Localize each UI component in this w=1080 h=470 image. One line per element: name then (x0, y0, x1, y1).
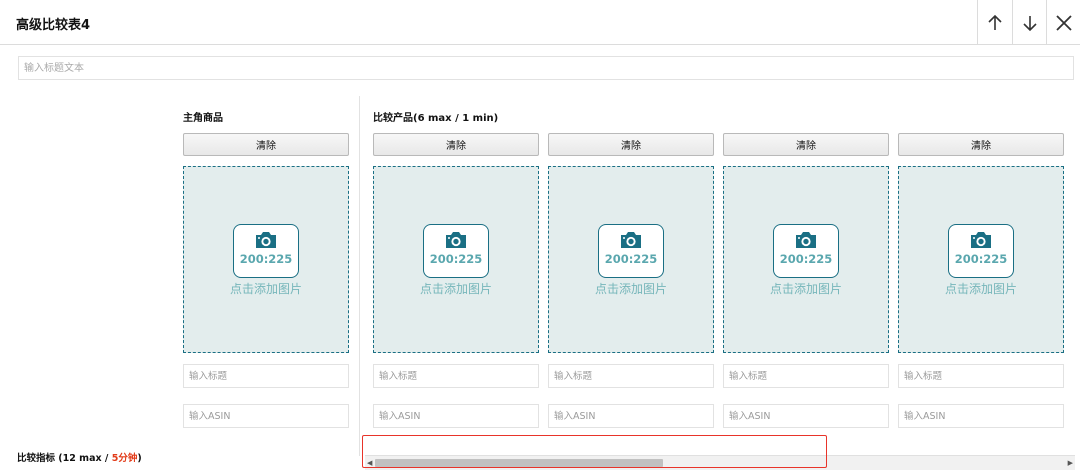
arrow-down-icon (1022, 15, 1037, 31)
image-placeholder-badge: 200:225 (233, 224, 299, 278)
add-image-text: 点击添加图片 (229, 282, 302, 296)
compare-product-1-image-upload[interactable]: 200:225 点击添加图片 (373, 166, 539, 353)
scroll-right-icon[interactable]: ▶ (1065, 459, 1073, 467)
main-product-clear-button[interactable]: 清除 (183, 133, 349, 156)
compare-product-3-title-input[interactable] (723, 364, 889, 388)
page-title: 高级比较表4 (16, 18, 91, 33)
image-ratio: 200:225 (604, 252, 658, 266)
metrics-label-prefix: 比较指标 (12 max / (17, 453, 112, 464)
main-product-asin-input[interactable] (183, 404, 349, 428)
compare-product-4-asin-input[interactable] (898, 404, 1064, 428)
compare-product-1-asin-input[interactable] (373, 404, 539, 428)
compare-product-3-image-upload[interactable]: 200:225 点击添加图片 (723, 166, 889, 353)
image-ratio: 200:225 (429, 252, 483, 266)
add-image-text: 点击添加图片 (769, 282, 842, 296)
image-placeholder-badge: 200:225 (948, 224, 1014, 278)
compare-metrics-label: 比较指标 (12 max / 5分钟) (17, 450, 142, 464)
close-icon (1055, 14, 1072, 31)
main-product-image-upload[interactable]: 200:225 点击添加图片 (183, 166, 349, 353)
compare-product-2-asin-input[interactable] (548, 404, 714, 428)
compare-product-4-clear-button[interactable]: 清除 (898, 133, 1064, 156)
title-text-input[interactable] (18, 56, 1074, 80)
editor-header: 高级比较表4 (0, 0, 1080, 45)
move-down-button[interactable] (1012, 0, 1046, 45)
camera-icon (621, 232, 641, 248)
compare-product-4-title-input[interactable] (898, 364, 1064, 388)
compare-product-3-asin-input[interactable] (723, 404, 889, 428)
highlight-box (362, 435, 827, 468)
close-button[interactable] (1046, 0, 1080, 45)
image-ratio: 200:225 (954, 252, 1008, 266)
compare-product-1-title-input[interactable] (373, 364, 539, 388)
image-ratio: 200:225 (779, 252, 833, 266)
compare-product-3-clear-button[interactable]: 清除 (723, 133, 889, 156)
add-image-text: 点击添加图片 (944, 282, 1017, 296)
compare-product-2-image-upload[interactable]: 200:225 点击添加图片 (548, 166, 714, 353)
compare-product-4-image-upload[interactable]: 200:225 点击添加图片 (898, 166, 1064, 353)
move-up-button[interactable] (978, 0, 1012, 45)
image-placeholder-badge: 200:225 (598, 224, 664, 278)
column-divider (359, 96, 360, 456)
camera-icon (256, 232, 276, 248)
camera-icon (796, 232, 816, 248)
camera-icon (971, 232, 991, 248)
header-actions (977, 0, 1080, 45)
compare-product-2-title-input[interactable] (548, 364, 714, 388)
metrics-label-accent: 5分钟 (111, 453, 138, 464)
metrics-label-suffix: ) (137, 453, 142, 464)
compare-product-2-clear-button[interactable]: 清除 (548, 133, 714, 156)
main-product-label: 主角商品 (183, 113, 223, 124)
main-product-title-input[interactable] (183, 364, 349, 388)
arrow-up-icon (988, 14, 1002, 30)
image-placeholder-badge: 200:225 (773, 224, 839, 278)
camera-icon (446, 232, 466, 248)
compare-product-1-clear-button[interactable]: 清除 (373, 133, 539, 156)
image-ratio: 200:225 (239, 252, 293, 266)
image-placeholder-badge: 200:225 (423, 224, 489, 278)
add-image-text: 点击添加图片 (419, 282, 492, 296)
add-image-text: 点击添加图片 (594, 282, 667, 296)
compare-products-label: 比较产品(6 max / 1 min) (373, 113, 499, 124)
